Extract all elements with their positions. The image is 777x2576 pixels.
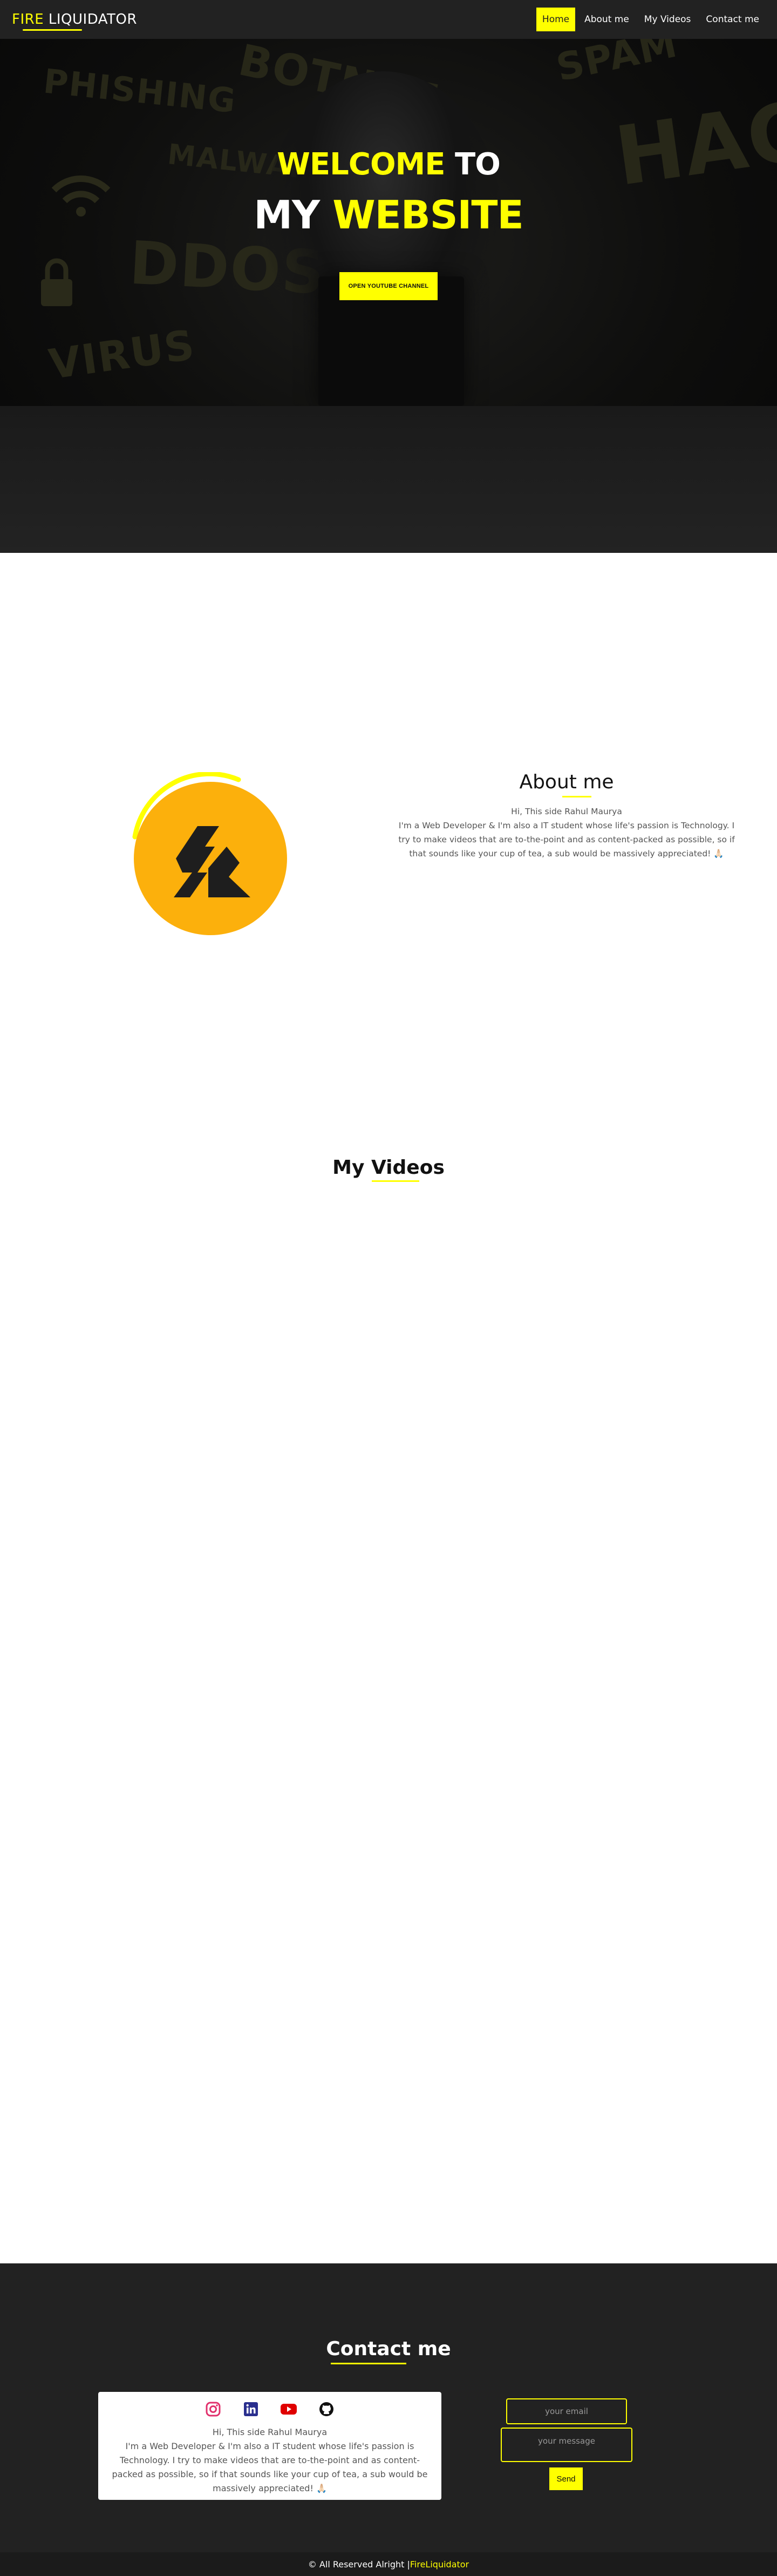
nav-link-videos[interactable]: My Videos bbox=[638, 8, 697, 31]
github-icon[interactable] bbox=[318, 2401, 335, 2418]
hero-website: WEBSITE bbox=[332, 192, 523, 238]
videos-title-my: My bbox=[332, 1157, 371, 1179]
logo-accent: FIRE bbox=[12, 11, 44, 28]
videos-title: My Videos bbox=[0, 1157, 777, 1179]
contact-card: Hi, This side Rahul Maurya I'm a Web Dev… bbox=[98, 2392, 441, 2500]
lock-icon bbox=[41, 258, 72, 306]
brand-logo-icon bbox=[174, 826, 250, 897]
about-bio: I'm a Web Developer & I'm also a IT stud… bbox=[398, 821, 735, 858]
bg-word-phishing: PHISHING bbox=[42, 61, 238, 121]
contact-card-text: Hi, This side Rahul Maurya I'm a Web Dev… bbox=[111, 2425, 428, 2496]
email-field[interactable]: your email bbox=[506, 2398, 627, 2424]
nav-links: Home About me My Videos Contact me bbox=[536, 8, 765, 31]
footer-copyright: © All Reserved Alright | bbox=[308, 2559, 410, 2570]
navbar: FIRE LIQUIDATOR Home About me My Videos … bbox=[0, 0, 777, 39]
hero-my: MY bbox=[254, 192, 333, 238]
hero-welcome: WELCOME bbox=[277, 147, 445, 182]
about-title: About me bbox=[519, 771, 614, 793]
footer-brand-link[interactable]: FireLiquidator bbox=[410, 2559, 469, 2570]
linkedin-icon[interactable] bbox=[242, 2401, 260, 2418]
logo-underline bbox=[23, 29, 82, 31]
contact-greeting: Hi, This side Rahul Maurya bbox=[212, 2427, 328, 2437]
site-logo[interactable]: FIRE LIQUIDATOR bbox=[12, 11, 137, 31]
bg-word-virus: VIRUS bbox=[46, 320, 198, 389]
contact-title-underline bbox=[331, 2363, 406, 2364]
nav-link-home[interactable]: Home bbox=[536, 8, 576, 31]
about-title-underline bbox=[562, 796, 591, 797]
hero-section: PHISHING BOTNET SPAM MALWARE DDOS VIRUS … bbox=[0, 39, 777, 553]
avatar-circle bbox=[134, 782, 287, 935]
contact-section: Contact me Hi, This side Rahul Maurya I'… bbox=[0, 2263, 777, 2552]
about-greeting: Hi, This side Rahul Maurya bbox=[511, 807, 622, 816]
nav-link-about[interactable]: About me bbox=[578, 8, 635, 31]
social-links bbox=[98, 2401, 441, 2418]
contact-title: Contact me bbox=[326, 2338, 451, 2360]
youtube-icon[interactable] bbox=[280, 2401, 297, 2418]
hero-title-line-2: MY WEBSITE bbox=[0, 192, 777, 238]
message-field[interactable]: your message bbox=[501, 2428, 632, 2462]
bg-word-spam: SPAM bbox=[552, 39, 682, 90]
about-text: Hi, This side Rahul Maurya I'm a Web Dev… bbox=[394, 804, 739, 861]
logo-rest: LIQUIDATOR bbox=[44, 11, 137, 28]
videos-title-videos: Videos bbox=[371, 1157, 445, 1179]
footer: © All Reserved Alright | FireLiquidator bbox=[0, 2552, 777, 2576]
avatar bbox=[131, 772, 287, 935]
instagram-icon[interactable] bbox=[205, 2401, 222, 2418]
bg-word-hack: HACK bbox=[610, 75, 777, 205]
hero-to: TO bbox=[445, 147, 501, 182]
open-youtube-button[interactable]: OPEN YOUTUBE CHANNEL bbox=[339, 272, 438, 300]
nav-link-contact[interactable]: Contact me bbox=[700, 8, 765, 31]
hero-title-line-1: WELCOME TO bbox=[0, 147, 777, 182]
contact-bio: I'm a Web Developer & I'm also a IT stud… bbox=[112, 2441, 428, 2493]
send-button[interactable]: Send bbox=[549, 2467, 583, 2490]
videos-title-underline bbox=[372, 1180, 419, 1182]
desk-floor bbox=[0, 406, 777, 553]
